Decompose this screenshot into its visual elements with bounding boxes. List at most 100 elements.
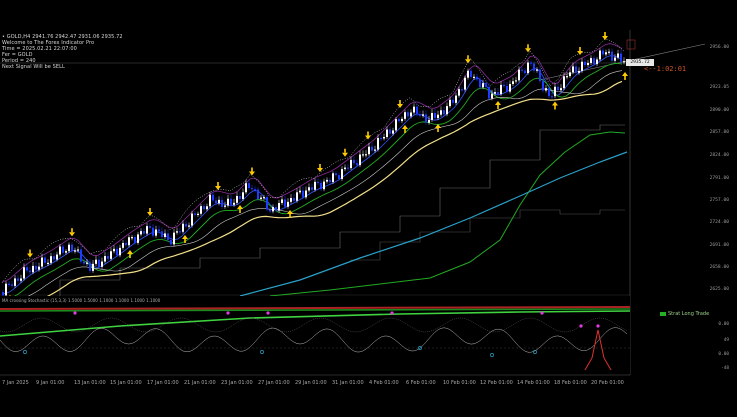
candle-body <box>620 53 622 62</box>
indicator-dot <box>540 311 544 315</box>
sell-arrow-icon <box>342 152 348 157</box>
candle-body <box>335 173 337 176</box>
buy-arrow-stem <box>497 105 499 109</box>
candle-body <box>392 130 394 134</box>
candle-body <box>179 231 181 233</box>
candle-body <box>164 233 166 238</box>
candle-body <box>224 205 226 207</box>
candle-body <box>227 198 229 206</box>
sell-arrow-stem <box>217 182 219 186</box>
candle-body <box>92 263 94 271</box>
candle-body <box>56 254 58 260</box>
candle-body <box>137 234 139 243</box>
candle-body <box>413 106 415 113</box>
candle-body <box>8 283 10 285</box>
buy-arrow-stem <box>437 128 439 132</box>
chart-window[interactable]: • GOLD,H4 2941.76 2942.47 2931.06 2935.7… <box>0 0 737 417</box>
candle-body <box>401 118 403 122</box>
sell-arrow-stem <box>367 131 369 136</box>
candle-body <box>104 256 106 262</box>
candle-body <box>44 257 46 263</box>
candle-body <box>188 225 190 227</box>
candle-body <box>266 197 268 210</box>
candle-body <box>140 231 142 235</box>
candle-body <box>65 251 67 253</box>
candle-body <box>470 70 472 77</box>
candle-body <box>338 175 340 179</box>
price-tick: 2923.05 <box>709 85 729 90</box>
buy-arrow-icon <box>495 101 501 105</box>
candle-body <box>128 237 130 246</box>
candle-body <box>50 256 52 263</box>
candle-body <box>53 256 55 260</box>
candle-body <box>134 237 136 243</box>
time-tick: 9 Jan 01:00 <box>36 380 65 386</box>
candle-body <box>284 199 286 207</box>
candle-body <box>356 163 358 166</box>
candle-body <box>524 70 526 74</box>
candle-body <box>269 209 271 212</box>
candle-body <box>275 207 277 211</box>
sell-arrow-icon <box>215 186 221 190</box>
candle-body <box>593 58 595 65</box>
candle-body <box>203 206 205 210</box>
price-tick: 2857.00 <box>709 130 729 135</box>
indicator-tick: 0.00 <box>718 322 729 327</box>
price-tick: 2824.00 <box>709 153 729 158</box>
sell-arrow-stem <box>604 32 606 36</box>
candle-body <box>302 190 304 198</box>
indicator-tick: -48 <box>721 366 729 371</box>
buy-arrow-icon <box>552 101 558 106</box>
time-tick: 7 Jan 2025 <box>2 380 29 386</box>
signal-arrows <box>7 32 628 304</box>
candle-body <box>158 229 160 232</box>
candle-body <box>377 137 379 150</box>
candle-body <box>239 196 241 200</box>
candle-body <box>440 110 442 115</box>
buy-arrow-icon <box>237 205 243 209</box>
candle-body <box>98 259 100 267</box>
candle-body <box>230 198 232 205</box>
sell-arrow-icon <box>525 48 531 53</box>
candle-body <box>353 159 355 164</box>
candle-body <box>461 89 463 91</box>
candle-body <box>296 192 298 201</box>
candle-body <box>596 59 598 65</box>
candle-body <box>560 88 562 91</box>
candle-body <box>449 99 451 107</box>
candle-body <box>245 183 247 193</box>
candle-body <box>41 257 43 267</box>
candle-body <box>575 66 577 73</box>
candle-body <box>416 106 418 115</box>
moving-averages <box>1 38 628 311</box>
candle-body <box>464 77 466 90</box>
candle-body <box>125 242 127 246</box>
time-tick: 23 Jan 01:00 <box>221 380 253 386</box>
candle-body <box>212 194 214 201</box>
indicator-dot <box>226 311 230 315</box>
candle-body <box>386 129 388 137</box>
candle-body <box>404 112 406 119</box>
candle-body <box>572 66 574 73</box>
candle-body <box>149 226 151 228</box>
candle-body <box>359 154 361 166</box>
candle-body <box>83 261 85 264</box>
time-tick: 31 Jan 01:00 <box>332 380 364 386</box>
candle-body <box>167 233 169 240</box>
candle-body <box>452 99 454 103</box>
candle-body <box>209 194 211 207</box>
candle-body <box>101 261 103 267</box>
candle-body <box>476 76 478 80</box>
candle-body <box>542 81 544 91</box>
indicator-legend: Strat Long Trade <box>660 311 709 317</box>
candle-body <box>113 248 115 252</box>
candle-body <box>68 244 70 252</box>
candle-body <box>410 112 412 117</box>
candle-body <box>485 83 487 87</box>
sell-arrow-icon <box>397 104 403 108</box>
candle-body <box>557 86 559 91</box>
candle-body <box>233 202 235 205</box>
price-tick: 2625.00 <box>709 287 729 292</box>
candle-body <box>488 86 490 99</box>
candle-body <box>287 201 289 207</box>
